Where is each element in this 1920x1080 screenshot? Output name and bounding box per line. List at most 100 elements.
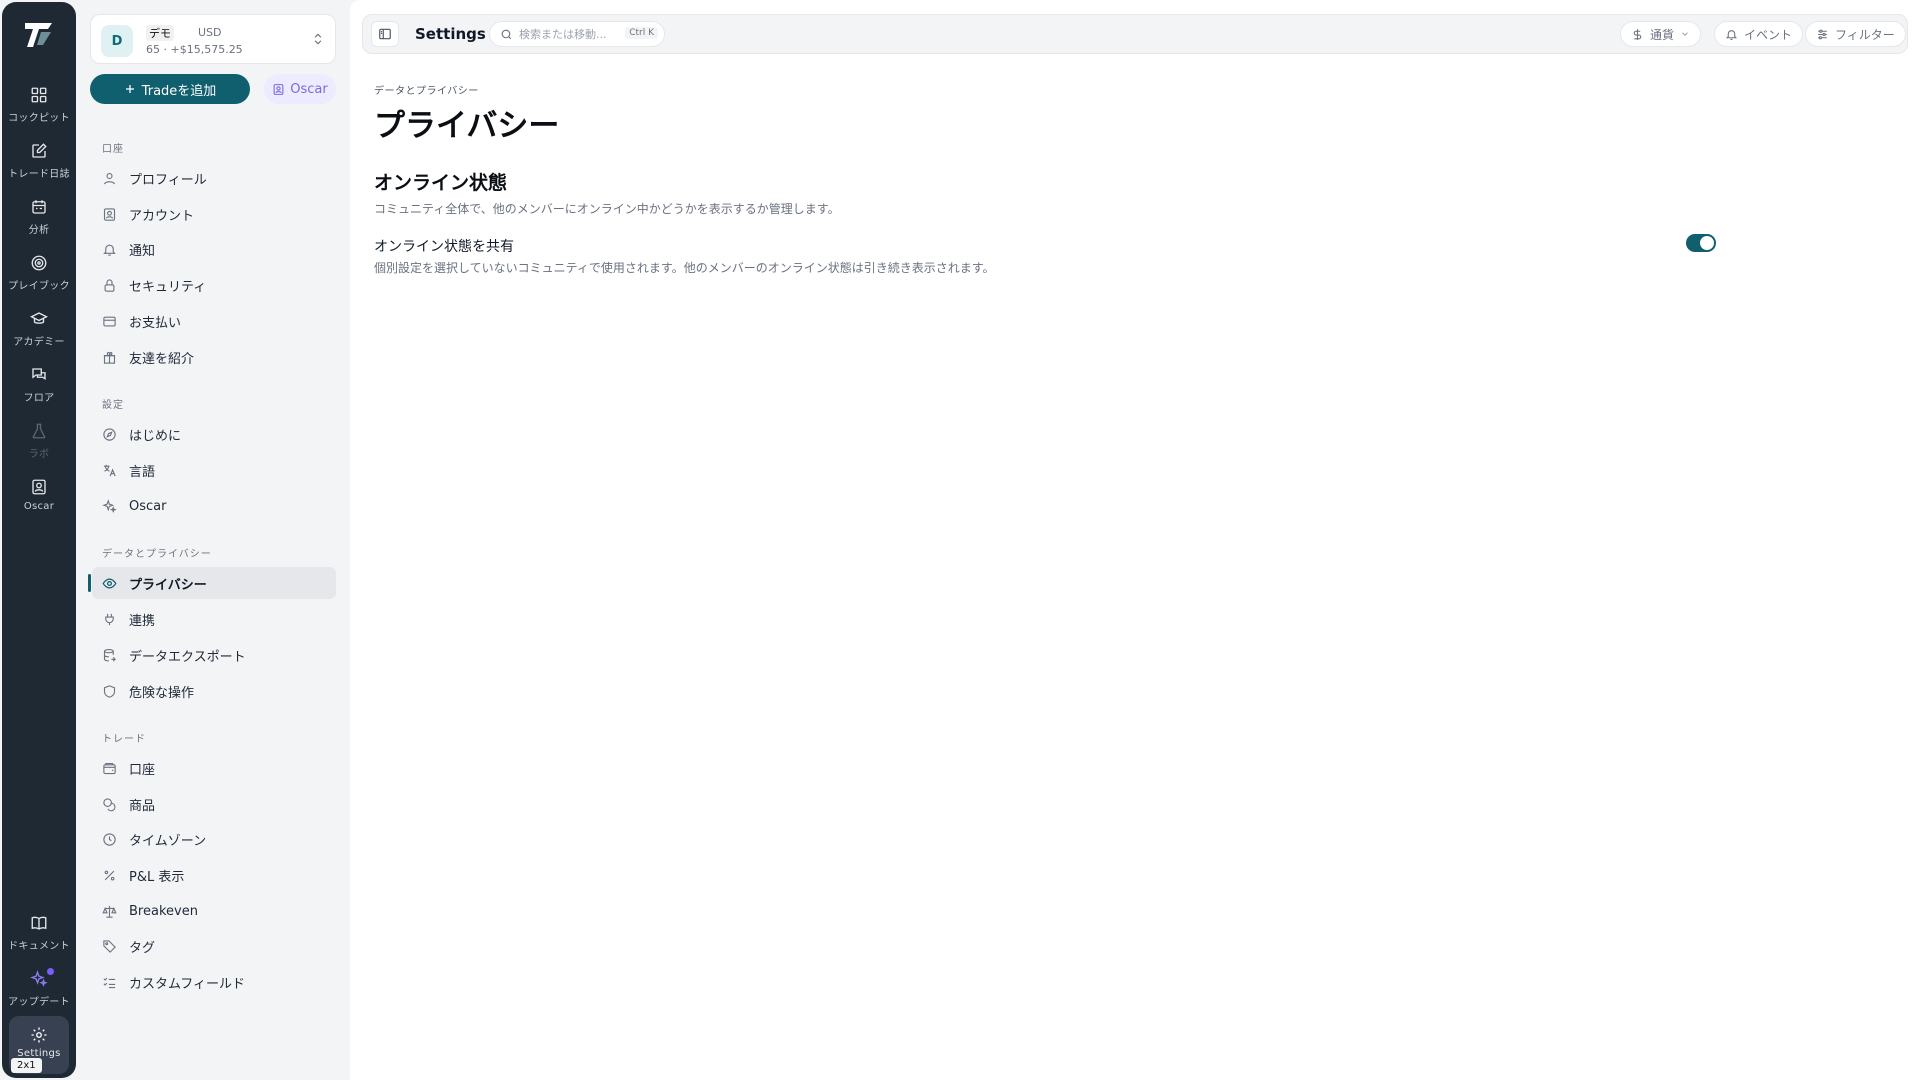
- rail-item-academy[interactable]: アカデミー: [2, 306, 76, 360]
- nav-item-instruments[interactable]: 商品: [92, 788, 336, 820]
- nav-label: 言語: [129, 464, 156, 480]
- nav-label: プライバシー: [129, 577, 207, 593]
- nav-label: プロフィール: [129, 172, 207, 188]
- filter-button[interactable]: フィルター: [1805, 21, 1906, 47]
- nav-item-profile[interactable]: プロフィール: [92, 162, 336, 194]
- nav-item-referral[interactable]: 友達を紹介: [92, 341, 336, 373]
- page-title: プライバシー: [374, 108, 560, 144]
- nav-item-pnl-display[interactable]: P&L 表示: [92, 859, 336, 891]
- rail-label: フロア: [23, 393, 55, 404]
- gear-icon: [31, 1027, 47, 1043]
- section-title: オンライン状態: [374, 172, 508, 194]
- account-switcher[interactable]: D デモ USD 65 · +$15,575.25: [90, 14, 336, 64]
- oscar-icon: [273, 83, 284, 95]
- page-header-title: Settings: [415, 25, 486, 43]
- nav-item-danger-zone[interactable]: 危険な操作: [92, 675, 336, 707]
- nav-label: 商品: [129, 798, 156, 814]
- nav-item-tags[interactable]: タグ: [92, 930, 336, 962]
- rail-item-analysis[interactable]: 分析: [2, 194, 76, 248]
- target-icon: [31, 255, 47, 271]
- bell-icon: [103, 244, 116, 256]
- rail-item-journal[interactable]: トレード日誌: [2, 138, 76, 192]
- grid-icon: [31, 87, 47, 103]
- events-button[interactable]: イベント: [1714, 21, 1804, 47]
- sidebar-toggle-button[interactable]: [371, 21, 399, 47]
- nav-item-integrations[interactable]: 連携: [92, 603, 336, 635]
- nav-item-timezone[interactable]: タイムゾーン: [92, 823, 336, 855]
- nav-item-getting-started[interactable]: はじめに: [92, 418, 336, 450]
- plus-icon: [125, 85, 134, 93]
- rail-item-floor[interactable]: フロア: [2, 362, 76, 416]
- rail-label: アカデミー: [13, 337, 65, 348]
- dollar-icon: [1633, 28, 1642, 40]
- flask-icon: [32, 423, 46, 439]
- rail-label: ドキュメント: [8, 941, 70, 952]
- lock-icon: [104, 278, 115, 292]
- panel-left-icon: [379, 28, 391, 40]
- nav-item-oscar[interactable]: Oscar: [92, 490, 336, 522]
- nav-label: はじめに: [129, 428, 182, 444]
- clock-icon: [103, 832, 116, 846]
- book-icon: [31, 916, 47, 930]
- rail-item-updates[interactable]: アップデート: [2, 966, 76, 1020]
- chevron-down-icon: [1682, 32, 1688, 36]
- nav-label: カスタムフィールド: [129, 976, 245, 992]
- add-trade-button[interactable]: Tradeを追加: [90, 74, 250, 104]
- rail-item-oscar[interactable]: Oscar: [2, 474, 76, 528]
- gift-icon: [103, 351, 116, 364]
- nav-item-security[interactable]: セキュリティ: [92, 269, 336, 301]
- wallet-icon: [103, 762, 116, 774]
- nav-item-billing[interactable]: お支払い: [92, 305, 336, 337]
- nav-item-trade-accounts[interactable]: 口座: [92, 752, 336, 784]
- nav-item-custom-fields[interactable]: カスタムフィールド: [92, 966, 336, 998]
- events-label: イベント: [1744, 27, 1793, 42]
- share-online-status-toggle[interactable]: [1686, 234, 1716, 252]
- nav-item-notifications[interactable]: 通知: [92, 233, 336, 265]
- journal-icon: [32, 143, 47, 158]
- rail-item-docs[interactable]: ドキュメント: [2, 910, 76, 964]
- nav-label: P&L 表示: [129, 869, 185, 885]
- shortcut-hint: Ctrl K: [625, 27, 658, 39]
- oscar-icon: [32, 479, 46, 495]
- breadcrumb: データとプライバシー: [374, 86, 479, 97]
- rail-label: コックピット: [8, 113, 70, 124]
- nav-label: 友達を紹介: [129, 351, 195, 367]
- nav-item-data-export[interactable]: データエクスポート: [92, 639, 336, 671]
- section-heading: 口座: [102, 144, 124, 155]
- sparkle-icon: [102, 498, 117, 513]
- sliders-icon: [1818, 29, 1827, 39]
- filter-label: フィルター: [1835, 27, 1895, 42]
- nav-item-privacy[interactable]: プライバシー: [88, 567, 336, 599]
- rail-item-playbook[interactable]: プレイブック: [2, 250, 76, 304]
- currency-dropdown[interactable]: 通貨: [1620, 21, 1702, 47]
- main-content: Settings Ctrl K 通貨 イベント フィルター データとプライバシー…: [350, 0, 1920, 1080]
- search-box[interactable]: Ctrl K: [489, 21, 665, 47]
- settings-sidebar: D デモ USD 65 · +$15,575.25 Tradeを追加 Oscar…: [78, 0, 348, 1080]
- rail-item-lab[interactable]: ラボ: [2, 418, 76, 472]
- oscar-button[interactable]: Oscar: [264, 74, 336, 104]
- nav-label: Breakeven: [129, 903, 198, 919]
- nav-item-account[interactable]: アカウント: [92, 198, 336, 230]
- rail-label: Oscar: [23, 501, 55, 512]
- section-description: コミュニティ全体で、他のメンバーにオンライン中かどうかを表示するか管理します。: [374, 202, 840, 216]
- section-heading: 設定: [102, 400, 124, 411]
- nav-item-breakeven[interactable]: Breakeven: [92, 895, 336, 927]
- translate-icon: [103, 464, 116, 476]
- chat-icon: [32, 368, 46, 381]
- account-currency: USD: [198, 26, 222, 39]
- rail-item-cockpit[interactable]: コックピット: [2, 82, 76, 136]
- rail-label: ラボ: [28, 449, 50, 460]
- compass-icon: [103, 427, 116, 441]
- eye-icon: [102, 577, 117, 589]
- nav-item-language[interactable]: 言語: [92, 454, 336, 486]
- app-logo-icon[interactable]: [22, 18, 56, 52]
- rail-label: プレイブック: [8, 281, 70, 292]
- badge: 2x1: [11, 1058, 42, 1073]
- nav-label: データエクスポート: [129, 649, 246, 665]
- setting-label: オンライン状態を共有: [374, 239, 514, 255]
- section-heading: データとプライバシー: [102, 549, 212, 560]
- icon-rail: コックピット トレード日誌 分析 プレイブック アカデミー フロア ラボ Osc…: [2, 2, 76, 1078]
- plug-icon: [105, 613, 114, 625]
- calendar-icon: [32, 200, 46, 214]
- search-input[interactable]: [519, 27, 619, 41]
